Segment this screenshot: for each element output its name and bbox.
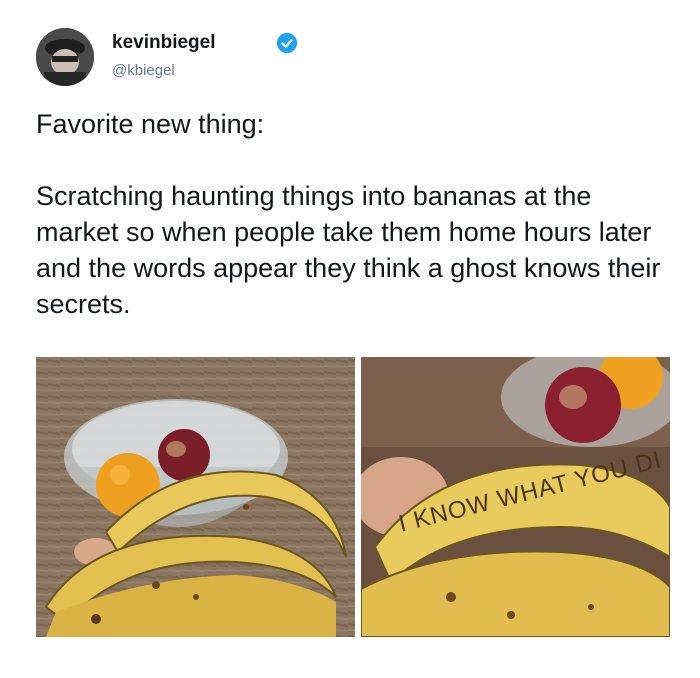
photo-grid: I KNOW WHAT YOU DI bbox=[36, 357, 670, 637]
tweet-text: Favorite new thing: Scratching haunting … bbox=[36, 109, 661, 319]
display-name[interactable]: kevinbiegel bbox=[112, 32, 216, 54]
verified-badge-icon bbox=[276, 32, 298, 54]
tweet-header: kevinbiegel @kbiegel bbox=[36, 28, 436, 86]
avatar[interactable] bbox=[36, 28, 94, 86]
photo-banana-closeup[interactable]: I KNOW WHAT YOU DI bbox=[361, 357, 670, 637]
photo-bananas-bowl[interactable] bbox=[36, 357, 355, 637]
handle[interactable]: @kbiegel bbox=[112, 62, 175, 79]
tweet-card: kevinbiegel @kbiegel Favorite new thing:… bbox=[0, 0, 700, 678]
